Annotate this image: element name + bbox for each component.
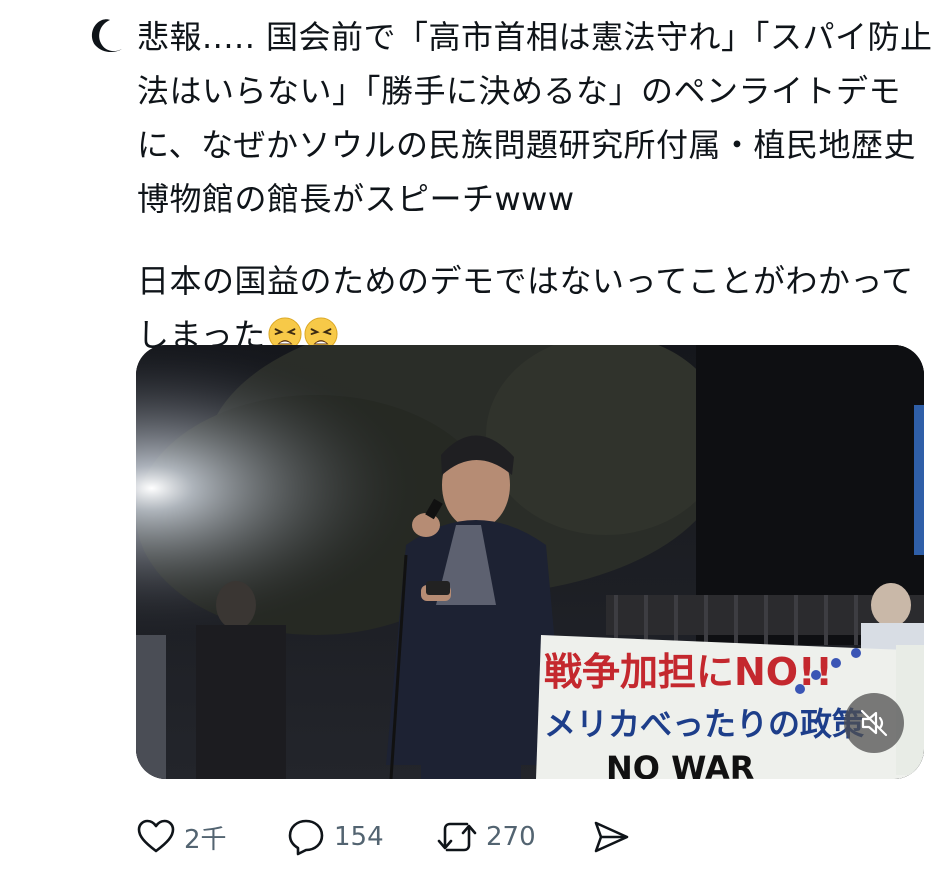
post: 悲報..... 国会前で「高市首相は憲法守れ」「スパイ防止 法はいらない」「勝手… (0, 0, 951, 875)
share-button[interactable] (591, 812, 631, 862)
banner-text: メリカべったりの政策 (544, 705, 864, 743)
video-frame: 戦争加担にNO!! メリカべったりの政策 NO WAR (136, 345, 924, 779)
crescent-moon-icon (91, 19, 122, 53)
post-text-line: 悲報..... 国会前で「高市首相は憲法守れ」「スパイ防止 (137, 18, 933, 56)
like-count: 2千 (184, 824, 227, 855)
like-button[interactable]: 2千 (136, 812, 227, 862)
post-text: 悲報..... 国会前で「高市首相は憲法守れ」「スパイ防止 法はいらない」「勝手… (137, 10, 937, 362)
repost-count: 270 (486, 822, 536, 852)
post-text-line: に、なぜかソウルの民族問題研究所付属・植民地歴史 (137, 126, 917, 164)
speaker-muted-icon (860, 709, 888, 737)
mute-button[interactable] (844, 693, 904, 753)
share-icon (594, 821, 629, 853)
action-bar: 2千 154 270 (136, 812, 656, 862)
banner-text: 戦争加担にNO!! (544, 650, 833, 694)
reply-button[interactable]: 154 (286, 812, 384, 862)
reply-count: 154 (334, 822, 384, 852)
heart-icon (137, 819, 175, 853)
reply-bubble-icon (288, 819, 324, 856)
repost-icon (437, 822, 477, 852)
post-text-line: 法はいらない」「勝手に決めるな」のペンライトデモ (137, 72, 902, 110)
post-text-line: 博物館の館長がスピーチwww (137, 180, 575, 218)
post-text-line: 日本の国益のためのデモではないってことがわかって (137, 262, 914, 300)
banner-text: NO WAR (606, 749, 754, 779)
repost-button[interactable]: 270 (436, 812, 536, 862)
video-player[interactable]: 戦争加担にNO!! メリカべったりの政策 NO WAR (136, 345, 924, 779)
